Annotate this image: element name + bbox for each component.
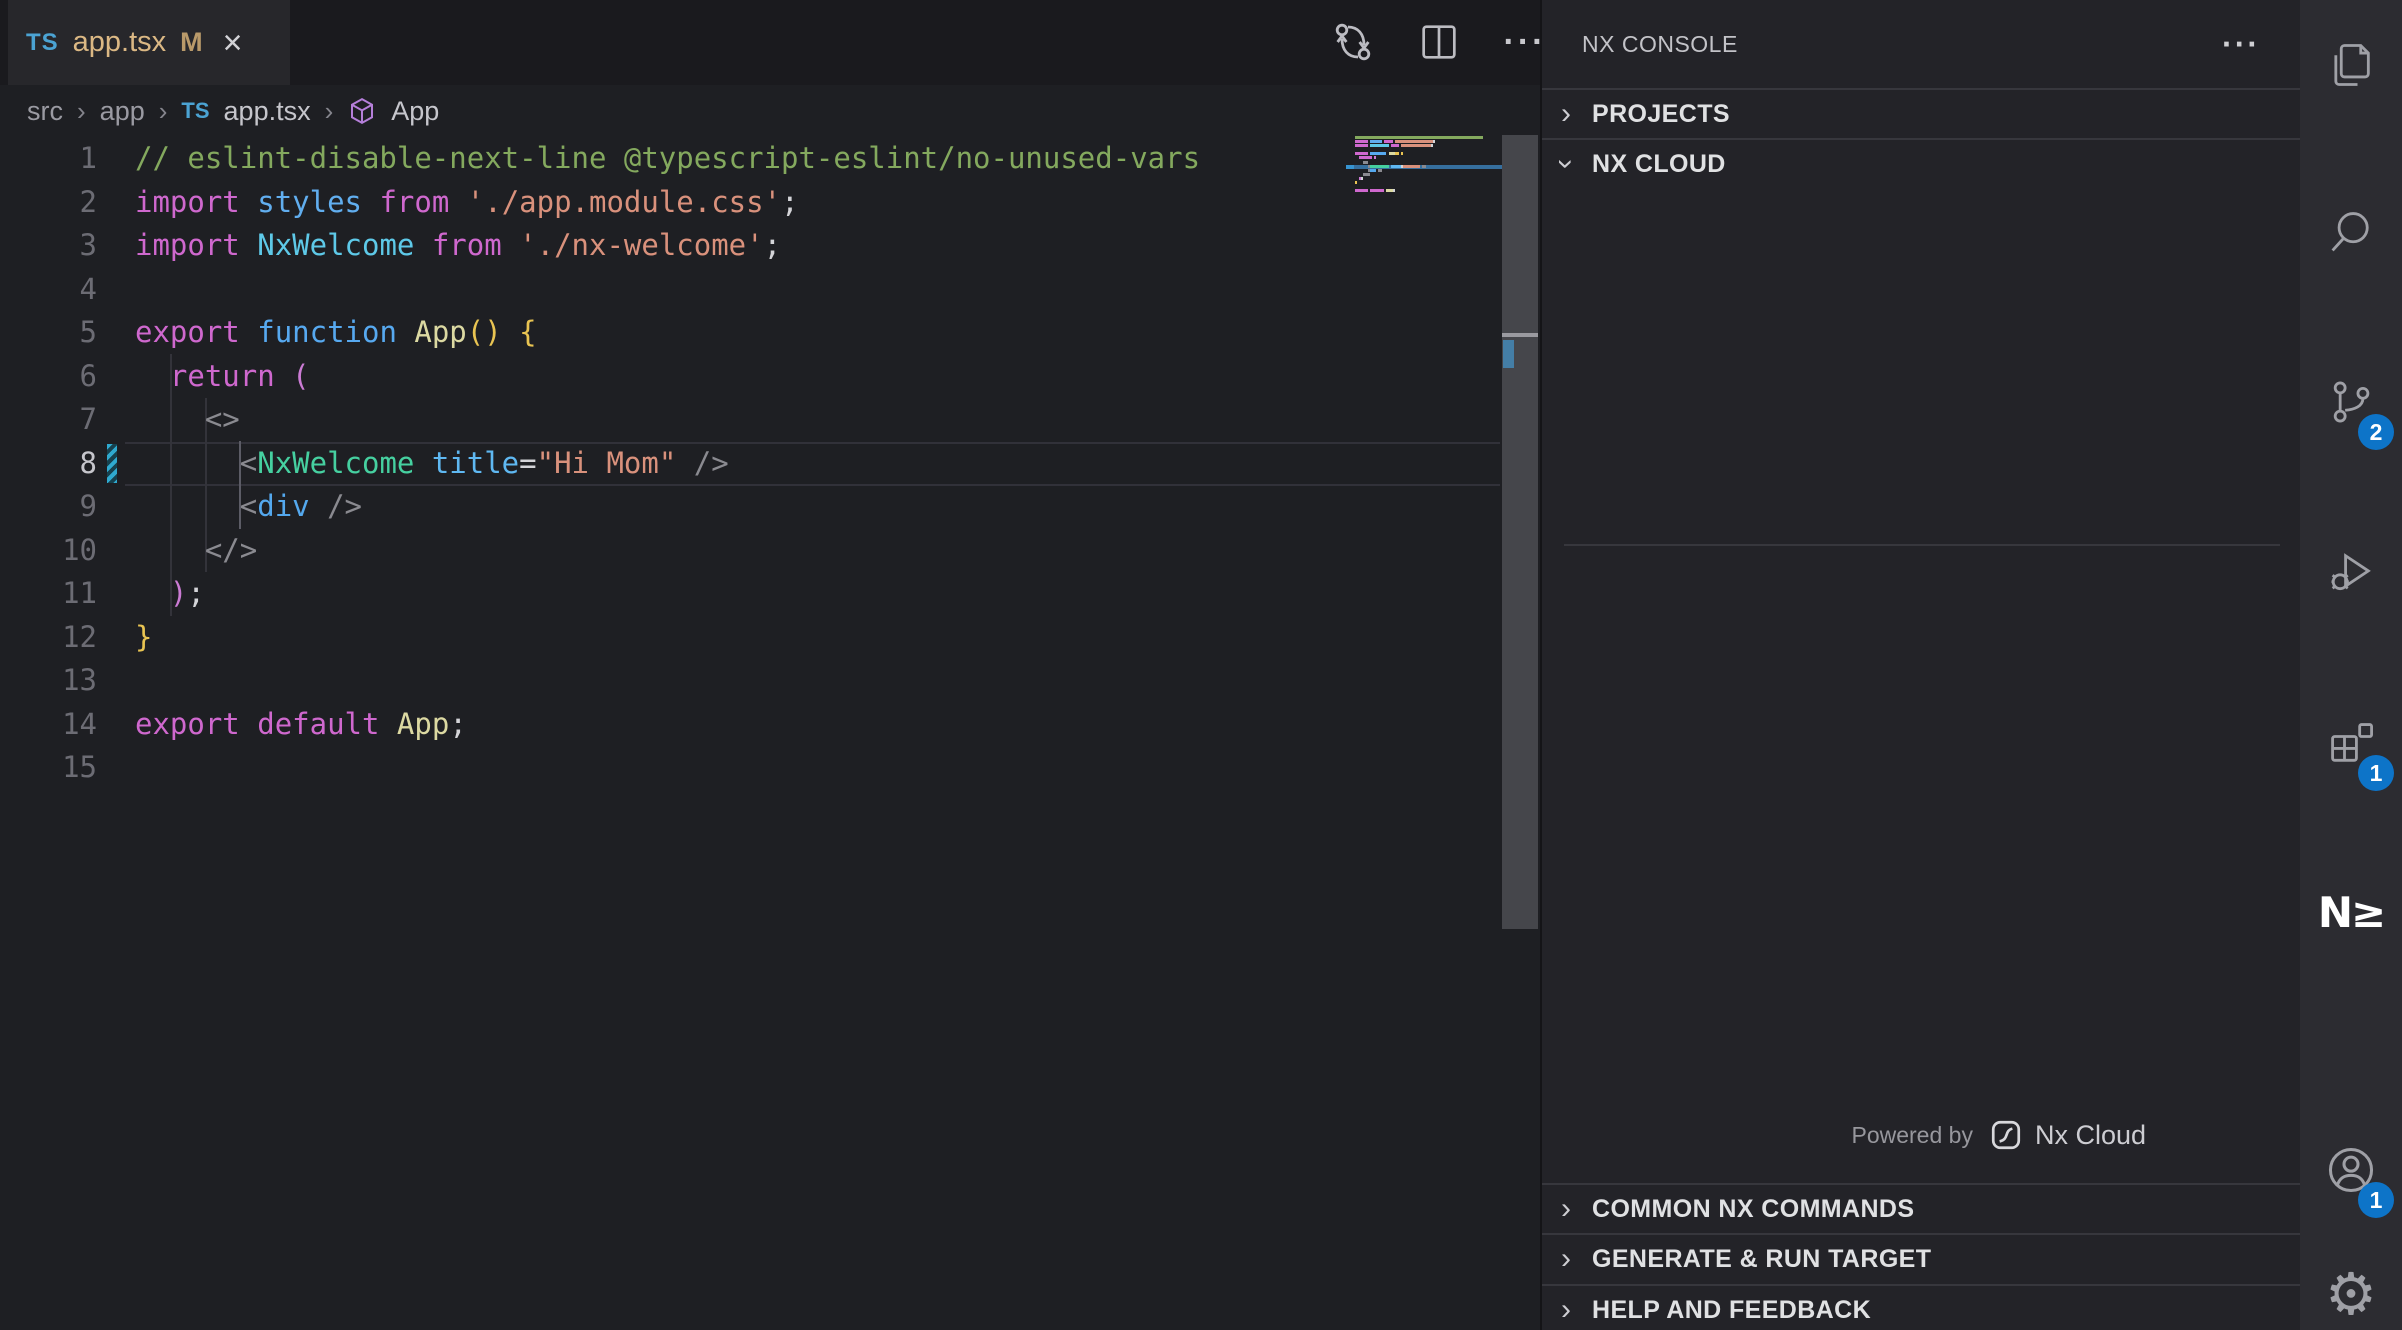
search-icon[interactable] <box>2300 182 2402 282</box>
minimap-line <box>1352 193 1502 197</box>
code-line-5[interactable]: 5export function App() { <box>0 311 1500 355</box>
line-number: 14 <box>0 703 97 747</box>
line-number: 6 <box>0 355 97 399</box>
breadcrumb-separator: › <box>159 96 168 127</box>
gear-glyph: ⚙ <box>2325 1266 2377 1324</box>
powered-by-row: Powered by Nx Cloud <box>1851 1118 2146 1152</box>
nx-cloud-brand[interactable]: Nx Cloud <box>1989 1118 2146 1152</box>
nx-cloud-brand-label: Nx Cloud <box>2035 1120 2146 1151</box>
code-line-4[interactable]: 4 <box>0 268 1500 312</box>
line-number: 2 <box>0 181 97 225</box>
code-line-9[interactable]: 9 <div /> <box>0 485 1500 529</box>
code-line-2[interactable]: 2import styles from './app.module.css'; <box>0 181 1500 225</box>
powered-by-label: Powered by <box>1851 1122 1972 1149</box>
nx-console-panel: NX CONSOLE ··· › PROJECTS › NX CLOUD REM… <box>1540 0 2300 1330</box>
extensions-badge: 1 <box>2358 755 2394 791</box>
run-debug-icon[interactable] <box>2300 522 2402 622</box>
chevron-right-icon: › <box>1554 1194 1578 1224</box>
panel-title-row: NX CONSOLE ··· <box>1542 0 2300 88</box>
code-line-14[interactable]: 14export default App; <box>0 703 1500 747</box>
activity-bar: 2 1 N≥ 1 ⚙ <box>2300 0 2402 1330</box>
settings-gear-icon[interactable]: ⚙ <box>2300 1245 2402 1330</box>
breadcrumb-separator: › <box>325 96 334 127</box>
breadcrumb-separator: › <box>77 96 86 127</box>
chevron-right-icon: › <box>1554 1295 1578 1325</box>
line-number: 1 <box>0 137 97 181</box>
code-line-6[interactable]: 6 return ( <box>0 355 1500 399</box>
code-line-1[interactable]: 1// eslint-disable-next-line @typescript… <box>0 137 1500 181</box>
open-changes-icon[interactable] <box>1325 14 1381 70</box>
chevron-right-icon: › <box>1554 99 1578 129</box>
line-number: 9 <box>0 485 97 529</box>
code-line-12[interactable]: 12} <box>0 616 1500 660</box>
line-number: 7 <box>0 398 97 442</box>
line-number: 15 <box>0 746 97 790</box>
section-label: HELP AND FEEDBACK <box>1592 1296 1871 1325</box>
explorer-files-icon[interactable] <box>2300 15 2402 115</box>
line-number: 13 <box>0 659 97 703</box>
code-line-15[interactable]: 15 <box>0 746 1500 790</box>
split-editor-icon[interactable] <box>1411 14 1467 70</box>
code-editor[interactable]: 1// eslint-disable-next-line @typescript… <box>0 137 1500 790</box>
typescript-file-icon: TS <box>181 98 209 124</box>
line-number: 12 <box>0 616 97 660</box>
section-common-nx-commands[interactable]: › COMMON NX COMMANDS <box>1542 1185 2300 1233</box>
line-number: 8 <box>0 442 97 486</box>
code-line-10[interactable]: 10 </> <box>0 529 1500 573</box>
code-line-13[interactable]: 13 <box>0 659 1500 703</box>
section-nx-cloud[interactable]: › NX CLOUD <box>1542 140 2300 188</box>
tab-bar: TS app.tsx M × ··· <box>0 0 1540 85</box>
code-line-7[interactable]: 7 <> <box>0 398 1500 442</box>
symbol-cube-icon <box>347 96 377 126</box>
tab-filename: app.tsx <box>73 26 167 59</box>
code-line-11[interactable]: 11 ); <box>0 572 1500 616</box>
code-line-8[interactable]: 8 <NxWelcome title="Hi Mom" /> <box>0 442 1500 486</box>
source-control-badge: 2 <box>2358 414 2394 450</box>
line-number: 10 <box>0 529 97 573</box>
nx-logo: N≥ <box>2318 888 2384 937</box>
section-projects[interactable]: › PROJECTS <box>1542 90 2300 138</box>
overview-ruler-modified-marker <box>1503 340 1514 368</box>
account-icon[interactable]: 1 <box>2300 1120 2402 1220</box>
scrollbar-thumb[interactable] <box>1502 135 1538 929</box>
tab-app-tsx[interactable]: TS app.tsx M × <box>8 0 290 85</box>
breadcrumb-app[interactable]: app <box>100 96 145 127</box>
section-label: PROJECTS <box>1592 100 1730 129</box>
editor-region: TS app.tsx M × ··· src › app › <box>0 0 1540 1330</box>
section-label: COMMON NX COMMANDS <box>1592 1195 1914 1224</box>
overview-ruler-cursor-marker <box>1502 333 1538 337</box>
minimap[interactable] <box>1352 136 1502 197</box>
editor-actions: ··· <box>1325 14 1553 70</box>
breadcrumb: src › app › TS app.tsx › App <box>0 85 1540 137</box>
code-line-3[interactable]: 3import NxWelcome from './nx-welcome'; <box>0 224 1500 268</box>
chevron-right-icon: › <box>1554 1244 1578 1274</box>
line-number: 4 <box>0 268 97 312</box>
line-number: 3 <box>0 224 97 268</box>
editor-scrollbar[interactable] <box>1502 88 1538 1330</box>
nx-console-activity-icon[interactable]: N≥ <box>2300 862 2402 962</box>
divider <box>1564 544 2280 546</box>
git-modified-badge: M <box>180 27 203 58</box>
section-generate-run-target[interactable]: › GENERATE & RUN TARGET <box>1542 1235 2300 1283</box>
nx-cloud-logo-icon <box>1989 1118 2023 1152</box>
typescript-file-icon: TS <box>26 29 59 57</box>
chevron-down-icon: › <box>1551 152 1581 176</box>
panel-title: NX CONSOLE <box>1582 31 1738 58</box>
section-label: NX CLOUD <box>1592 150 1726 179</box>
panel-more-actions-icon[interactable]: ··· <box>2222 26 2260 63</box>
source-control-icon[interactable]: 2 <box>2300 352 2402 452</box>
line-number: 11 <box>0 572 97 616</box>
tab-close-icon[interactable]: × <box>223 26 243 60</box>
breadcrumb-symbol[interactable]: App <box>391 96 439 127</box>
extensions-icon[interactable]: 1 <box>2300 693 2402 793</box>
account-badge: 1 <box>2358 1182 2394 1218</box>
line-number: 5 <box>0 311 97 355</box>
section-label: GENERATE & RUN TARGET <box>1592 1245 1931 1274</box>
breadcrumb-src[interactable]: src <box>27 96 63 127</box>
breadcrumb-file[interactable]: app.tsx <box>224 96 311 127</box>
section-help-and-feedback[interactable]: › HELP AND FEEDBACK <box>1542 1286 2300 1330</box>
